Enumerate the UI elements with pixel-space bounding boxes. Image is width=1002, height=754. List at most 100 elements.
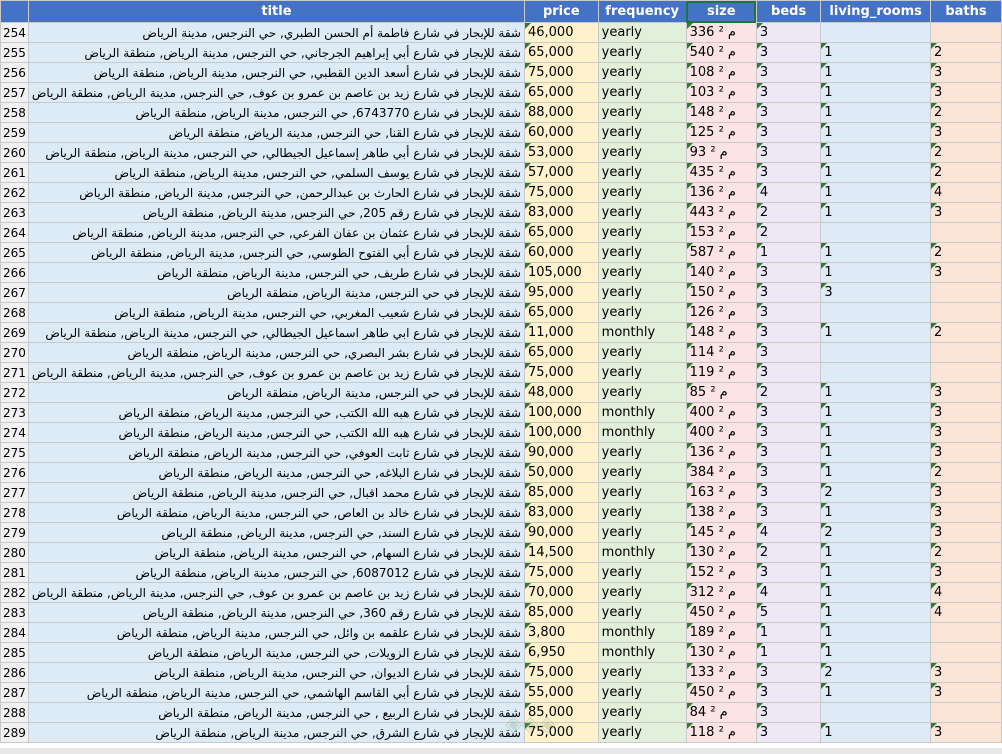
cell-title[interactable]: شقة للإيجار في شارع أبي إبراهيم الجرجاني… bbox=[27, 42, 525, 63]
cell-frequency[interactable]: yearly bbox=[597, 282, 687, 303]
cell-size[interactable]: 84 م ² bbox=[685, 702, 757, 723]
row-number[interactable]: 257 bbox=[0, 82, 29, 103]
cell-price[interactable]: 46,000 bbox=[523, 22, 599, 43]
cell-living-rooms[interactable]: 1 bbox=[820, 422, 931, 443]
cell-frequency[interactable]: yearly bbox=[597, 722, 687, 743]
cell-title[interactable]: شقة للإيجار في شارع أبي القاسم الهاشمي, … bbox=[27, 682, 525, 703]
row-number[interactable]: 289 bbox=[0, 722, 29, 743]
cell-baths[interactable] bbox=[930, 642, 1002, 663]
row-number[interactable]: 272 bbox=[0, 382, 29, 403]
cell-size[interactable]: 133 م ² bbox=[685, 662, 757, 683]
cell-living-rooms[interactable] bbox=[820, 702, 931, 723]
cell-size[interactable]: 130 م ² bbox=[685, 642, 757, 663]
cell-beds[interactable]: 3 bbox=[755, 262, 822, 283]
cell-title[interactable]: شقة للإيجار في شارع هبه الله الكتب, حي ا… bbox=[27, 402, 525, 423]
cell-title[interactable]: شقة للإيجار في شارع هبه الله الكتب, حي ا… bbox=[27, 422, 525, 443]
cell-beds[interactable]: 4 bbox=[755, 522, 822, 543]
cell-beds[interactable]: 3 bbox=[755, 162, 822, 183]
cell-price[interactable]: 75,000 bbox=[523, 182, 599, 203]
cell-size[interactable]: 312 م ² bbox=[685, 582, 757, 603]
cell-living-rooms[interactable]: 1 bbox=[820, 682, 931, 703]
cell-size[interactable]: 443 م ² bbox=[685, 202, 757, 223]
cell-baths[interactable]: 2 bbox=[930, 102, 1002, 123]
cell-baths[interactable]: 2 bbox=[930, 322, 1002, 343]
cell-living-rooms[interactable] bbox=[820, 222, 931, 243]
row-number[interactable]: 281 bbox=[0, 562, 29, 583]
cell-title[interactable]: شقة للإيجار في شارع الديوان, حي النرجس, … bbox=[27, 662, 525, 683]
cell-price[interactable]: 65,000 bbox=[523, 342, 599, 363]
cell-frequency[interactable]: monthly bbox=[597, 402, 687, 423]
cell-price[interactable]: 57,000 bbox=[523, 162, 599, 183]
cell-frequency[interactable]: yearly bbox=[597, 362, 687, 383]
cell-baths[interactable]: 3 bbox=[930, 202, 1002, 223]
cell-size[interactable]: 163 م ² bbox=[685, 482, 757, 503]
corner-cell[interactable] bbox=[0, 0, 29, 23]
row-number[interactable]: 260 bbox=[0, 142, 29, 163]
cell-title[interactable]: شقة للإيجار في شارع زيد بن عاصم بن عمرو … bbox=[27, 582, 525, 603]
cell-size[interactable]: 540 م ² bbox=[685, 42, 757, 63]
cell-living-rooms[interactable]: 1 bbox=[820, 262, 931, 283]
cell-frequency[interactable]: yearly bbox=[597, 62, 687, 83]
cell-living-rooms[interactable] bbox=[820, 362, 931, 383]
cell-size[interactable]: 145 م ² bbox=[685, 522, 757, 543]
cell-price[interactable]: 14,500 bbox=[523, 542, 599, 563]
cell-price[interactable]: 95,000 bbox=[523, 282, 599, 303]
cell-price[interactable]: 65,000 bbox=[523, 222, 599, 243]
cell-price[interactable]: 53,000 bbox=[523, 142, 599, 163]
cell-frequency[interactable]: yearly bbox=[597, 222, 687, 243]
header-beds[interactable]: beds bbox=[755, 0, 822, 23]
cell-frequency[interactable]: monthly bbox=[597, 542, 687, 563]
cell-living-rooms[interactable]: 1 bbox=[820, 122, 931, 143]
cell-baths[interactable] bbox=[930, 622, 1002, 643]
cell-frequency[interactable]: yearly bbox=[597, 662, 687, 683]
cell-title[interactable]: شقة للإيجار في شارع خالد بن العاص, حي ال… bbox=[27, 502, 525, 523]
row-number[interactable]: 285 bbox=[0, 642, 29, 663]
cell-frequency[interactable]: yearly bbox=[597, 522, 687, 543]
cell-title[interactable]: شقة للإيجار في شارع الزويلات, حي النرجس,… bbox=[27, 642, 525, 663]
cell-living-rooms[interactable]: 2 bbox=[820, 482, 931, 503]
cell-price[interactable]: 65,000 bbox=[523, 42, 599, 63]
cell-title[interactable]: شقة للإيجار في شارع علقمه بن وائل, حي ال… bbox=[27, 622, 525, 643]
cell-frequency[interactable]: yearly bbox=[597, 42, 687, 63]
cell-frequency[interactable]: yearly bbox=[597, 602, 687, 623]
cell-beds[interactable]: 3 bbox=[755, 502, 822, 523]
cell-baths[interactable]: 3 bbox=[930, 382, 1002, 403]
row-number[interactable]: 280 bbox=[0, 542, 29, 563]
cell-beds[interactable]: 3 bbox=[755, 662, 822, 683]
cell-title[interactable]: شقة للإيجار في شارع السهام, حي النرجس, م… bbox=[27, 542, 525, 563]
cell-living-rooms[interactable]: 2 bbox=[820, 662, 931, 683]
cell-title[interactable]: شقة للإيجار في شارع أبي طاهر إسماعيل الج… bbox=[27, 142, 525, 163]
cell-beds[interactable]: 4 bbox=[755, 182, 822, 203]
cell-beds[interactable]: 3 bbox=[755, 122, 822, 143]
cell-beds[interactable]: 2 bbox=[755, 542, 822, 563]
cell-size[interactable]: 152 م ² bbox=[685, 562, 757, 583]
cell-beds[interactable]: 3 bbox=[755, 342, 822, 363]
cell-frequency[interactable]: yearly bbox=[597, 342, 687, 363]
cell-price[interactable]: 6,950 bbox=[523, 642, 599, 663]
cell-title[interactable]: شقة للإيجار في حي النرجس, مدينة الرياض, … bbox=[27, 282, 525, 303]
row-number[interactable]: 264 bbox=[0, 222, 29, 243]
header-price[interactable]: price bbox=[523, 0, 599, 23]
cell-beds[interactable]: 3 bbox=[755, 722, 822, 743]
horizontal-scrollbar[interactable] bbox=[0, 748, 1002, 754]
cell-title[interactable]: شقة للإيجار في شارع أسعد الدين القطبي, ح… bbox=[27, 62, 525, 83]
cell-price[interactable]: 100,000 bbox=[523, 402, 599, 423]
cell-living-rooms[interactable]: 1 bbox=[820, 242, 931, 263]
header-size[interactable]: size bbox=[685, 0, 757, 23]
cell-baths[interactable]: 2 bbox=[930, 162, 1002, 183]
cell-title[interactable]: شقة للإيجار في شارع فاطمة أم الحسن الطبر… bbox=[27, 22, 525, 43]
row-number[interactable]: 269 bbox=[0, 322, 29, 343]
row-number[interactable]: 287 bbox=[0, 682, 29, 703]
cell-frequency[interactable]: yearly bbox=[597, 502, 687, 523]
cell-size[interactable]: 126 م ² bbox=[685, 302, 757, 323]
cell-beds[interactable]: 4 bbox=[755, 582, 822, 603]
cell-price[interactable]: 75,000 bbox=[523, 62, 599, 83]
cell-living-rooms[interactable]: 1 bbox=[820, 62, 931, 83]
cell-size[interactable]: 148 م ² bbox=[685, 102, 757, 123]
row-number[interactable]: 275 bbox=[0, 442, 29, 463]
cell-size[interactable]: 140 م ² bbox=[685, 262, 757, 283]
cell-baths[interactable]: 3 bbox=[930, 522, 1002, 543]
cell-beds[interactable]: 3 bbox=[755, 322, 822, 343]
cell-title[interactable]: شقة للإيجار في شارع محمد اقبال, حي النرج… bbox=[27, 482, 525, 503]
header-title[interactable]: title bbox=[27, 0, 525, 23]
